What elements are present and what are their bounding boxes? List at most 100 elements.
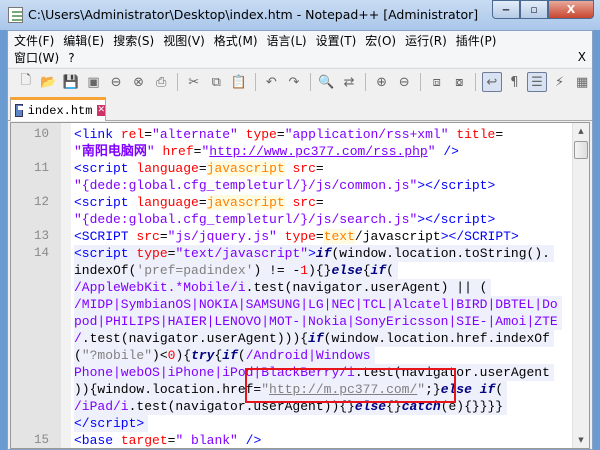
code-token: = xyxy=(315,161,324,176)
tab-index-htm[interactable]: index.htm ✕ xyxy=(10,97,106,121)
code-token: /MIDP|SymbianOS|NOKIA|SAMSUNG|LG|NEC|TCL… xyxy=(74,297,558,312)
code-text: ("?mobile")<0){try{if(/Android|Windows xyxy=(74,347,375,364)
code-token: src xyxy=(284,195,316,210)
code-token: src xyxy=(136,229,160,244)
sync-vertical-icon[interactable]: ⧈ xyxy=(427,72,447,92)
code-line: ("?mobile")<0){try{if(/Android|Windows xyxy=(11,347,573,364)
scroll-up-arrow-icon[interactable]: ▲ xyxy=(573,123,589,139)
menu-close-button[interactable]: X xyxy=(578,50,586,64)
code-token: " xyxy=(427,144,444,159)
code-token: )){window.location.href= xyxy=(74,382,262,397)
code-editor[interactable]: 10 <link rel="alternate" type="applicatio… xyxy=(10,122,590,449)
code-token: href xyxy=(162,144,194,159)
code-token: if xyxy=(222,348,238,363)
word-wrap-icon[interactable]: ↩ xyxy=(482,72,502,92)
code-line: 15 <base target=" blank" /> xyxy=(11,432,573,448)
minimize-button[interactable]: ‒ xyxy=(492,0,520,19)
code-token: if xyxy=(370,263,387,278)
close-button[interactable]: X xyxy=(548,0,594,19)
code-token: <SCRIPT xyxy=(74,229,137,244)
code-token: 1 xyxy=(300,263,309,278)
menu-item[interactable]: ? xyxy=(68,50,81,66)
toolbar-separator xyxy=(176,73,178,91)
indent-guide-icon[interactable]: ☰ xyxy=(527,72,547,92)
code-token: rel xyxy=(120,127,145,142)
show-all-chars-icon[interactable]: ¶ xyxy=(505,72,525,92)
code-token: pod|PHILIPS|HAIER|LENOVO|MOT-|Nokia|Sony… xyxy=(74,314,558,329)
redo-icon[interactable]: ↷ xyxy=(284,72,304,92)
code-token: "js/jquery.js" xyxy=(167,229,285,244)
save-icon[interactable]: 💾 xyxy=(61,72,81,92)
undo-icon[interactable]: ↶ xyxy=(262,72,282,92)
code-token: target xyxy=(120,433,168,448)
user-language-icon[interactable]: ⚡ xyxy=(550,72,570,92)
copy-icon[interactable]: ⧉ xyxy=(206,72,226,92)
close-all-icon[interactable]: ⊗ xyxy=(129,72,149,92)
code-token: "application/rss+xml" xyxy=(284,127,457,142)
line-number: 10 xyxy=(33,127,49,141)
code-line: /MIDP|SymbianOS|NOKIA|SAMSUNG|LG|NEC|TCL… xyxy=(11,296,573,313)
code-token: type xyxy=(245,127,277,142)
menu-item[interactable]: 格式(M) xyxy=(214,33,265,49)
scrollbar-thumb[interactable] xyxy=(574,141,588,159)
save-all-icon[interactable]: ▣ xyxy=(84,72,104,92)
new-file-icon[interactable]: 🗋 xyxy=(16,72,36,92)
code-token: { xyxy=(362,263,371,278)
open-file-icon[interactable]: 📂 xyxy=(39,72,59,92)
tab-close-icon[interactable]: ✕ xyxy=(97,105,105,116)
menu-item[interactable]: 宏(O) xyxy=(365,33,403,49)
code-token: 'pref=padindex' xyxy=(136,263,254,278)
code-token: " blank" xyxy=(175,433,246,448)
code-token: <script xyxy=(74,246,137,261)
close-icon[interactable]: ⊖ xyxy=(106,72,126,92)
code-line: "{dede:global.cfg_templeturl/}/js/common… xyxy=(11,177,573,194)
scroll-down-arrow-icon[interactable]: ▼ xyxy=(573,432,589,448)
document-map-icon[interactable]: ▦ xyxy=(572,72,592,92)
code-token: (window.location.toString(). xyxy=(331,246,550,261)
menu-item[interactable]: 运行(R) xyxy=(405,33,454,49)
menu-item[interactable]: 窗口(W) xyxy=(14,50,66,66)
menu-item[interactable]: 编辑(E) xyxy=(63,33,111,49)
code-token: javascript xyxy=(206,195,285,210)
menu-item[interactable]: 搜索(S) xyxy=(113,33,161,49)
code-token: javascript xyxy=(206,161,285,176)
code-line: 10 <link rel="alternate" type="applicatio… xyxy=(11,126,573,143)
toolbar: 🗋 📂 💾 ▣ ⊖ ⊗ ⎙ ✂ ⧉ 📋 ↶ ↷ 🔍 ⇄ ⊕ ⊖ ⧈ ⧇ ↩ ¶ ☰ ⚡ ▦ xyxy=(8,68,592,95)
toolbar-separator xyxy=(309,73,311,91)
code-token: = xyxy=(159,229,168,244)
saved-file-icon xyxy=(15,104,24,117)
code-line: 13 <SCRIPT src="js/jquery.js" type=text/j… xyxy=(11,228,573,245)
maximize-button[interactable]: ▫ xyxy=(520,0,548,19)
cut-icon[interactable]: ✂ xyxy=(184,72,204,92)
code-line: 14 <script type="text/javascript">if(wind… xyxy=(11,245,573,262)
vertical-scrollbar[interactable]: ▲ ▼ xyxy=(572,123,589,448)
replace-icon[interactable]: ⇄ xyxy=(339,72,359,92)
code-line: "{dede:global.cfg_templeturl/}/js/search… xyxy=(11,211,573,228)
code-token: = xyxy=(198,195,207,210)
code-token: try xyxy=(191,348,215,363)
menu-item[interactable]: 文件(F) xyxy=(14,33,61,49)
menu-item[interactable]: 设置(T) xyxy=(316,33,364,49)
menu-bar: 文件(F) 编辑(E) 搜索(S) 视图(V) 格式(M) 语言(L) 设置(T) 宏(O) 运… xyxy=(8,31,592,67)
code-token: .test(navigator.userAgent) || ( xyxy=(245,280,488,295)
zoom-out-icon[interactable]: ⊖ xyxy=(394,72,414,92)
code-token: ></SCRIPT> xyxy=(440,229,519,244)
code-line: 12 <script language=javascript src= xyxy=(11,194,573,211)
code-token: = xyxy=(495,127,504,142)
code-token: ( xyxy=(74,348,82,363)
code-text: pod|PHILIPS|HAIER|LENOVO|MOT-|Nokia|Sony… xyxy=(74,313,562,330)
menu-item[interactable]: 视图(V) xyxy=(163,33,212,49)
window-title: C:\Users\Administrator\Desktop\index.htm… xyxy=(28,7,479,22)
menu-item[interactable]: 语言(L) xyxy=(267,33,314,49)
find-icon[interactable]: 🔍 xyxy=(317,72,337,92)
code-token: language xyxy=(136,161,199,176)
menu-item[interactable]: 插件(P) xyxy=(456,33,504,49)
code-token: /AppleWebKit.*Mobile/i xyxy=(74,280,246,295)
print-icon[interactable]: ⎙ xyxy=(151,72,171,92)
code-token: /Android|Windows xyxy=(245,348,371,363)
paste-icon[interactable]: 📋 xyxy=(229,72,249,92)
code-token: " xyxy=(74,144,82,159)
zoom-in-icon[interactable]: ⊕ xyxy=(372,72,392,92)
code-token: /> xyxy=(245,433,262,448)
sync-horizontal-icon[interactable]: ⧇ xyxy=(449,72,469,92)
